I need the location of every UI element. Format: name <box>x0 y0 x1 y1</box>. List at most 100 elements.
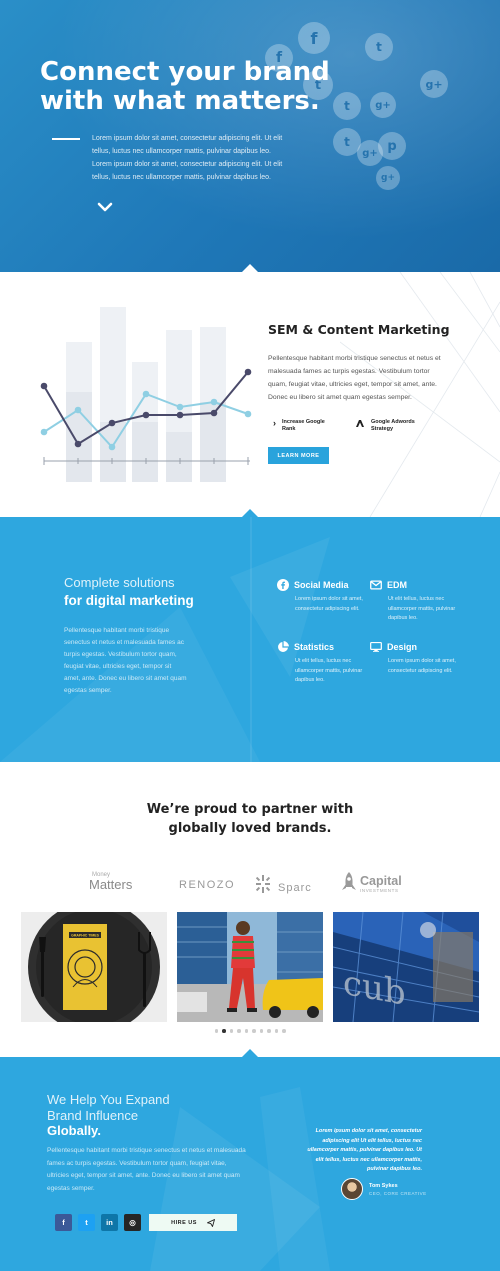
rocket-icon <box>342 872 356 890</box>
carousel-dot[interactable] <box>237 1029 241 1033</box>
carousel-photo-building[interactable]: cub <box>333 912 479 1022</box>
hero-body: Lorem ipsum dolor sit amet, consectetur … <box>92 135 283 181</box>
service-edm-title: EDM <box>387 580 407 590</box>
expand-title: We Help You Expand Brand Influence Globa… <box>47 1092 247 1139</box>
monitor-icon <box>370 641 382 653</box>
pinterest-bubble-icon: p <box>378 132 406 160</box>
facebook-icon <box>277 579 289 591</box>
carousel-dot[interactable] <box>229 1029 233 1033</box>
author-role: CEO, CORE CREATIVE <box>369 1190 427 1196</box>
hire-us-label: HIRE US <box>171 1219 197 1226</box>
building-photo-image: cub <box>333 912 479 1022</box>
service-social-media: Social Media Lorem ipsum dolor sit amet,… <box>277 579 372 614</box>
carousel-photo-fashion[interactable] <box>177 912 323 1022</box>
carousel-dot[interactable] <box>222 1029 226 1033</box>
logo-capital-label: Capital <box>360 873 402 888</box>
testimonial-author: Tom Sykes CEO, CORE CREATIVE <box>341 1178 427 1200</box>
carousel-dots[interactable] <box>0 1029 500 1035</box>
paper-plane-icon <box>206 1218 215 1227</box>
line-chart-illustration <box>40 307 252 482</box>
solutions-section: Complete solutions for digital marketing… <box>0 517 500 762</box>
adwords-icon <box>356 420 364 427</box>
service-edm: EDM Ut elit tellus, luctus nec ullamcorp… <box>370 579 465 624</box>
logo-capital: Capital INVESTMENTS <box>342 872 402 894</box>
social-links: f t in ◎ <box>55 1214 141 1231</box>
service-statistics-text: Ut elit tellus, luctus nec ullamcorper m… <box>295 658 363 683</box>
sem-section: SEM & Content Marketing Pellentesque hab… <box>0 272 500 517</box>
google-plus-bubble-icon: g+ <box>420 70 448 98</box>
linkedin-icon[interactable]: in <box>101 1214 118 1231</box>
service-social-media-title: Social Media <box>294 580 349 590</box>
expand-section: We Help You Expand Brand Influence Globa… <box>0 1057 500 1271</box>
author-name: Tom Sykes <box>369 1182 398 1189</box>
section-notch <box>242 1049 258 1057</box>
fashion-photo-image <box>177 912 323 1022</box>
solutions-body: Pellentesque habitant morbi tristique se… <box>64 627 187 694</box>
feature-adwords: Google Adwords Strategy <box>355 419 427 432</box>
hero-rule <box>52 138 80 140</box>
logo-money-matters: Money Matters <box>82 872 132 892</box>
mail-icon <box>370 579 382 591</box>
partners-title-line2: globally loved brands. <box>168 821 332 836</box>
chart-bar-lower <box>166 432 192 482</box>
expand-title-bold: Globally. <box>47 1123 101 1138</box>
partners-title-line1: We’re proud to partner with <box>146 802 354 817</box>
solutions-title-bold: for digital marketing <box>64 593 194 608</box>
service-statistics: Statistics Ut elit tellus, luctus nec ul… <box>277 641 372 686</box>
hero-section: f f t g+ t g+ t t g+ p g+ Connect your b… <box>0 0 500 272</box>
sparc-star-icon <box>256 875 270 893</box>
hero-title: Connect your brand with what matters. <box>40 57 330 116</box>
partners-title: We’re proud to partner with globally lov… <box>0 800 500 838</box>
logo-renozo: RENOZO <box>179 879 236 891</box>
service-design-text: Lorem ipsum dolor sit amet, consectetur … <box>388 658 456 674</box>
expand-title-line1: We Help You Expand <box>47 1092 170 1107</box>
book-photo-image: GRAPHIC TIMES <box>21 912 167 1022</box>
carousel-photo-book[interactable]: GRAPHIC TIMES <box>21 912 167 1022</box>
carousel-dot[interactable] <box>214 1029 218 1033</box>
partners-section: We’re proud to partner with globally lov… <box>0 762 500 1057</box>
sem-title: SEM & Content Marketing <box>268 322 450 337</box>
avatar <box>341 1178 363 1200</box>
logo-money-matters-big: Matters <box>89 877 133 892</box>
logo-sparc-label: Sparc <box>278 882 312 894</box>
expand-body: Pellentesque habitant morbi tristique se… <box>47 1147 246 1192</box>
twitter-bubble-icon: t <box>365 33 393 61</box>
logo-sparc: Sparc <box>256 874 312 894</box>
facebook-bubble-icon: f <box>298 22 330 54</box>
service-edm-text: Ut elit tellus, luctus nec ullamcorper m… <box>388 596 456 621</box>
service-design: Design Lorem ipsum dolor sit amet, conse… <box>370 641 465 676</box>
section-notch <box>242 264 258 272</box>
partner-logos: Money Matters RENOZO Sparc Capital INVES… <box>0 870 500 900</box>
google-plus-bubble-icon: g+ <box>370 92 396 118</box>
chevron-right-icon: › <box>273 418 276 428</box>
carousel-dot[interactable] <box>259 1029 263 1033</box>
carousel-dot[interactable] <box>282 1029 286 1033</box>
google-plus-bubble-icon: g+ <box>376 166 400 190</box>
feature-adwords-label: Google Adwords Strategy <box>371 419 415 432</box>
service-statistics-title: Statistics <box>294 642 335 652</box>
testimonial-quote: Lorem ipsum dolor sit amet, consectetur … <box>307 1128 422 1172</box>
photo-carousel[interactable]: GRAPHIC TIMES cub <box>21 912 479 1023</box>
feature-google-rank: › Increase Google Rank <box>273 419 334 432</box>
logo-capital-sub: INVESTMENTS <box>360 887 399 893</box>
carousel-dot[interactable] <box>252 1029 256 1033</box>
expand-title-line2: Brand Influence <box>47 1107 139 1123</box>
chevron-down-icon[interactable] <box>96 200 114 214</box>
twitter-icon[interactable]: t <box>78 1214 95 1231</box>
carousel-dot[interactable] <box>267 1029 271 1033</box>
learn-more-button[interactable]: LEARN MORE <box>268 447 329 464</box>
solutions-title-light: Complete solutions <box>64 575 175 590</box>
book-title: GRAPHIC TIMES <box>71 934 99 938</box>
chart-bar-lower <box>132 422 158 482</box>
service-social-media-text: Lorem ipsum dolor sit amet, consectetur … <box>295 596 363 612</box>
hire-us-button[interactable]: HIRE US <box>149 1214 237 1231</box>
sem-body: Pellentesque habitant morbi tristique se… <box>268 355 441 401</box>
feature-google-rank-label: Increase Google Rank <box>282 419 325 432</box>
section-notch <box>242 509 258 517</box>
carousel-dot[interactable] <box>274 1029 278 1033</box>
carousel-dot[interactable] <box>244 1029 248 1033</box>
pie-chart-icon <box>277 641 289 653</box>
instagram-icon[interactable]: ◎ <box>124 1214 141 1231</box>
service-design-title: Design <box>387 642 418 652</box>
facebook-icon[interactable]: f <box>55 1214 72 1231</box>
